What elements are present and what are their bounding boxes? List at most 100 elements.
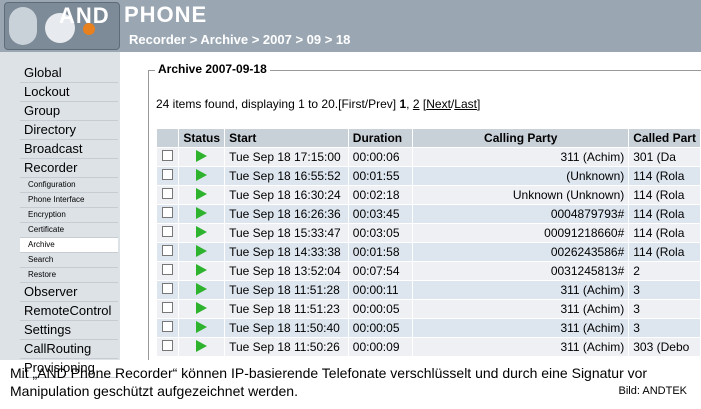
play-icon[interactable]: [196, 320, 208, 333]
sidebar-item-lockout[interactable]: Lockout: [20, 83, 118, 102]
table-row[interactable]: Tue Sep 18 13:52:04 00:07:54 0031245813# 2: [155, 261, 701, 281]
called-party-cell: 114 (Rola: [628, 242, 701, 262]
column-header-calling-party[interactable]: Calling Party: [412, 128, 630, 148]
status-cell: [178, 318, 226, 338]
status-cell: [178, 166, 226, 186]
called-party-cell: 3: [628, 280, 701, 300]
row-checkbox-cell: [155, 299, 180, 319]
calling-party-cell: 311 (Achim): [412, 337, 630, 357]
phone-handset-icon: [9, 7, 37, 45]
sidebar-nav: Global Lockout Group Directory Broadcast Reco…: [20, 64, 118, 378]
row-checkbox-cell: [155, 166, 180, 186]
last-link[interactable]: Last: [454, 97, 477, 111]
status-cell: [178, 242, 226, 262]
archive-legend: Archive 2007-09-18: [155, 62, 270, 76]
sidebar-item-certificate[interactable]: Certificate: [20, 223, 118, 238]
row-checkbox[interactable]: [162, 188, 174, 199]
column-header-status[interactable]: Status: [178, 128, 226, 148]
start-cell: Tue Sep 18 16:26:36: [224, 204, 349, 224]
row-checkbox-cell: [155, 185, 180, 205]
sidebar-item-search[interactable]: Search: [20, 253, 118, 268]
logo-text: AND: [59, 3, 110, 28]
archive-table: Status Start Duration Calling Party Call…: [155, 128, 701, 357]
row-checkbox[interactable]: [162, 321, 174, 332]
sidebar-item-directory[interactable]: Directory: [20, 121, 118, 140]
table-row[interactable]: Tue Sep 18 11:51:23 00:00:05 311 (Achim) 3: [155, 299, 701, 319]
row-checkbox-cell: [155, 280, 180, 300]
image-credit: Bild: ANDTEK: [618, 385, 687, 397]
row-checkbox[interactable]: [162, 245, 174, 256]
duration-cell: 00:01:55: [347, 166, 414, 186]
table-row[interactable]: Tue Sep 18 14:33:38 00:01:58 0026243586# 11…: [155, 242, 701, 262]
sidebar-item-settings[interactable]: Settings: [20, 321, 118, 340]
column-header-duration[interactable]: Duration: [347, 128, 414, 148]
sidebar-item-remotecontrol[interactable]: RemoteControl: [20, 302, 118, 321]
sidebar-item-configuration[interactable]: Configuration: [20, 178, 118, 193]
table-row[interactable]: Tue Sep 18 11:50:26 00:00:09 311 (Achim) 30…: [155, 337, 701, 357]
play-icon[interactable]: [196, 187, 208, 200]
play-icon[interactable]: [196, 244, 208, 257]
play-icon[interactable]: [196, 225, 208, 238]
called-party-cell: 114 (Rola: [628, 166, 701, 186]
row-checkbox[interactable]: [162, 226, 174, 237]
row-checkbox[interactable]: [162, 150, 174, 161]
row-checkbox[interactable]: [162, 169, 174, 180]
play-icon[interactable]: [196, 263, 208, 276]
row-checkbox[interactable]: [162, 340, 174, 351]
table-row[interactable]: Tue Sep 18 16:26:36 00:03:45 0004879793# 11…: [155, 204, 701, 224]
calling-party-cell: 00091218660#: [412, 223, 630, 243]
row-checkbox[interactable]: [162, 302, 174, 313]
sidebar: Global Lockout Group Directory Broadcast Reco…: [0, 52, 120, 378]
table-row[interactable]: Tue Sep 18 16:30:24 00:02:18 Unknown (Unkn…: [155, 185, 701, 205]
first-prev-link[interactable]: [First/Prev]: [338, 97, 396, 111]
app-title: PHONE: [124, 2, 208, 27]
next-link[interactable]: Next: [426, 97, 451, 111]
page-2-link[interactable]: 2: [413, 97, 420, 111]
start-cell: Tue Sep 18 13:52:04: [224, 261, 349, 281]
bracket-close: ]: [476, 97, 481, 111]
row-checkbox[interactable]: [162, 264, 174, 275]
table-header-row: Status Start Duration Calling Party Call…: [155, 128, 701, 148]
pagination-info: 24 items found, displaying 1 to 20.[Firs…: [156, 97, 480, 111]
column-header-start[interactable]: Start: [224, 128, 349, 148]
sidebar-item-encryption[interactable]: Encryption: [20, 208, 118, 223]
row-checkbox-cell: [155, 204, 180, 224]
sidebar-item-callrouting[interactable]: CallRouting: [20, 340, 118, 359]
sidebar-item-restore[interactable]: Restore: [20, 268, 118, 283]
duration-cell: 00:00:09: [347, 337, 414, 357]
column-header-called-party[interactable]: Called Part: [628, 128, 701, 148]
play-icon[interactable]: [196, 168, 208, 181]
duration-cell: 00:02:18: [347, 185, 414, 205]
row-checkbox-cell: [155, 337, 180, 357]
table-row[interactable]: Tue Sep 18 16:55:52 00:01:55 (Unknown) 114 …: [155, 166, 701, 186]
table-row[interactable]: Tue Sep 18 11:50:40 00:00:05 311 (Achim) 3: [155, 318, 701, 338]
called-party-cell: 3: [628, 318, 701, 338]
play-icon[interactable]: [196, 282, 208, 295]
sidebar-item-recorder[interactable]: Recorder: [20, 159, 118, 178]
sidebar-item-broadcast[interactable]: Broadcast: [20, 140, 118, 159]
row-checkbox[interactable]: [162, 283, 174, 294]
play-icon[interactable]: [196, 206, 208, 219]
sidebar-item-archive[interactable]: Archive: [20, 238, 118, 253]
sidebar-item-observer[interactable]: Observer: [20, 283, 118, 302]
play-icon[interactable]: [196, 339, 208, 352]
table-row[interactable]: Tue Sep 18 17:15:00 00:00:06 311 (Achim) 30…: [155, 147, 701, 167]
sidebar-item-global[interactable]: Global: [20, 64, 118, 83]
found-text: 24 items found, displaying 1 to 20.: [156, 97, 339, 111]
table-row[interactable]: Tue Sep 18 15:33:47 00:03:05 00091218660# 1…: [155, 223, 701, 243]
play-icon[interactable]: [196, 301, 208, 314]
table-row[interactable]: Tue Sep 18 11:51:28 00:00:11 311 (Achim) 3: [155, 280, 701, 300]
duration-cell: 00:07:54: [347, 261, 414, 281]
play-icon[interactable]: [196, 149, 208, 162]
sidebar-item-phone-interface[interactable]: Phone Interface: [20, 193, 118, 208]
calling-party-cell: 0026243586#: [412, 242, 630, 262]
called-party-cell: 301 (Da: [628, 147, 701, 167]
select-column-header: [155, 128, 180, 148]
start-cell: Tue Sep 18 11:51:23: [224, 299, 349, 319]
row-checkbox[interactable]: [162, 207, 174, 218]
sidebar-item-group[interactable]: Group: [20, 102, 118, 121]
status-cell: [178, 204, 226, 224]
row-checkbox-cell: [155, 261, 180, 281]
duration-cell: 00:03:45: [347, 204, 414, 224]
breadcrumb[interactable]: Recorder > Archive > 2007 > 09 > 18: [129, 32, 350, 47]
